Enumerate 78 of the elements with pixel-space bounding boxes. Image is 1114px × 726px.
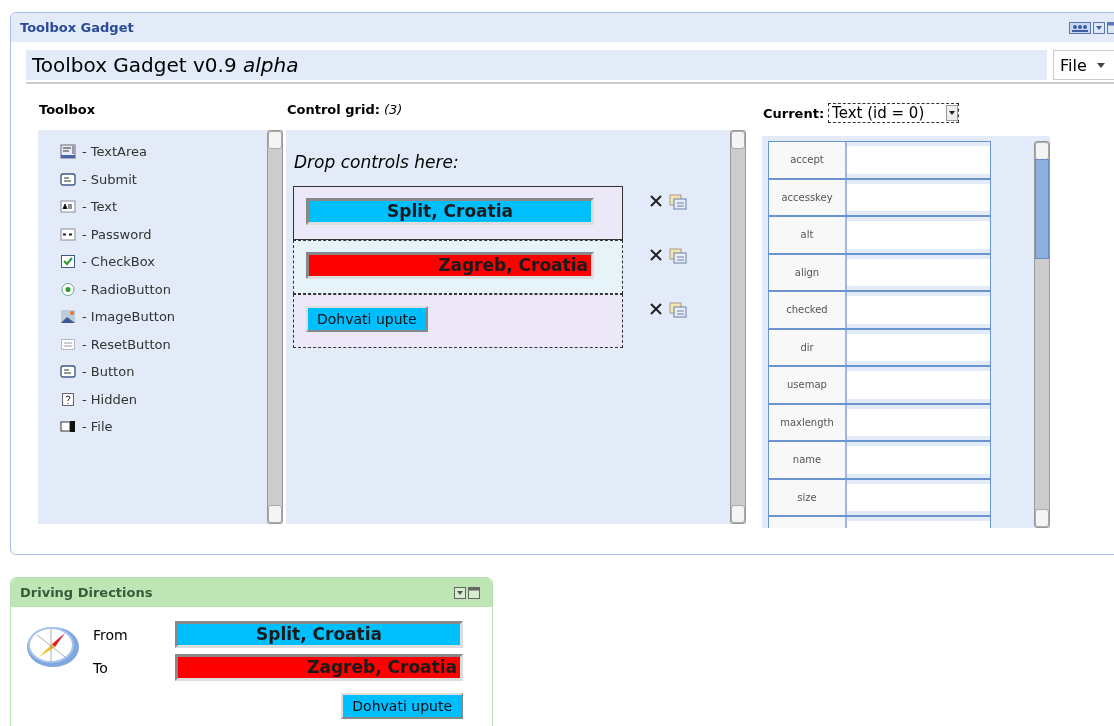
property-value-field[interactable] xyxy=(847,483,991,511)
copy-icon[interactable] xyxy=(669,194,687,210)
maximize-icon[interactable] xyxy=(468,586,480,599)
file-menu[interactable]: File xyxy=(1053,50,1114,80)
scrollbar[interactable] xyxy=(1034,141,1050,528)
toolbox-item[interactable]: - ImageButton xyxy=(60,303,267,331)
property-name: checked xyxy=(769,292,847,328)
copy-icon[interactable] xyxy=(669,248,687,264)
toolbox-item[interactable]: - Text xyxy=(60,193,267,221)
property-name: dir xyxy=(769,329,847,365)
text-field[interactable]: Zagreb, Croatia xyxy=(306,252,594,279)
property-name: align xyxy=(769,254,847,290)
text-field[interactable]: Split, Croatia xyxy=(306,198,594,225)
gadget-title: Toolbox Gadget xyxy=(20,20,134,35)
property-value-field[interactable] xyxy=(847,296,991,324)
directions-button[interactable]: Dohvati upute xyxy=(341,693,463,719)
close-icon[interactable] xyxy=(649,248,663,262)
property-name: usemap xyxy=(769,367,847,403)
directions-button[interactable]: Dohvati upute xyxy=(306,306,428,332)
toolbox-item[interactable]: - TextArea xyxy=(60,138,267,166)
close-icon[interactable] xyxy=(649,302,663,316)
property-value-field[interactable] xyxy=(847,333,991,361)
property-value-field[interactable] xyxy=(847,446,991,474)
toolbox-item[interactable]: - ResetButton xyxy=(60,330,267,358)
property-value-field[interactable] xyxy=(847,258,991,286)
checkbox-icon xyxy=(60,254,76,270)
text-field[interactable]: Split, Croatia xyxy=(175,621,463,648)
maximize-icon[interactable] xyxy=(1107,21,1114,34)
text-field[interactable]: Zagreb, Croatia xyxy=(175,654,463,681)
control-slot[interactable]: Split, Croatia xyxy=(293,186,623,240)
control-icon xyxy=(60,171,76,187)
caret-icon xyxy=(946,105,959,121)
scrollbar[interactable] xyxy=(267,130,283,524)
property-name: alt xyxy=(769,217,847,253)
image-icon xyxy=(60,309,76,325)
control-icon xyxy=(60,199,76,215)
drop-hint: Drop controls here: xyxy=(293,152,460,172)
property-value-field[interactable] xyxy=(847,371,991,399)
property-value-field[interactable] xyxy=(847,146,991,174)
field-label: To xyxy=(93,659,109,676)
property-name: maxlength xyxy=(769,404,847,440)
toolbox-item[interactable]: - Password xyxy=(60,220,267,248)
property-name: accesskey xyxy=(769,179,847,215)
radio-icon xyxy=(60,281,76,297)
control-icon xyxy=(60,144,76,160)
dropdown-icon[interactable] xyxy=(1093,21,1105,34)
control-slot[interactable]: Dohvati upute xyxy=(293,294,623,348)
column-heading: Toolbox xyxy=(38,100,97,119)
scrollbar[interactable] xyxy=(730,130,746,524)
toolbox-item[interactable]: - RadioButton xyxy=(60,275,267,303)
dropdown-icon[interactable] xyxy=(454,586,466,599)
toolbox-item[interactable]: - Button xyxy=(60,358,267,386)
control-icon xyxy=(60,226,76,242)
caret-icon xyxy=(1096,62,1105,68)
app-title: Toolbox Gadget v0.9 alpha xyxy=(26,50,1047,80)
control-icon xyxy=(60,419,76,435)
control-icon xyxy=(60,364,76,380)
copy-icon[interactable] xyxy=(669,302,687,318)
control-select[interactable]: Text (id = 0) xyxy=(828,103,960,123)
field-label: From xyxy=(93,626,129,643)
toolbox-item[interactable]: - Hidden xyxy=(60,385,267,413)
property-name: size xyxy=(769,479,847,515)
property-value-field[interactable] xyxy=(847,183,991,211)
question-icon xyxy=(60,391,76,407)
property-name: name xyxy=(769,442,847,478)
toolbox-item[interactable]: - CheckBox xyxy=(60,248,267,276)
toolbox-item[interactable]: - File xyxy=(60,413,267,441)
toolbox-item[interactable]: - Submit xyxy=(60,165,267,193)
property-value-field[interactable] xyxy=(847,408,991,436)
current-label: Current: xyxy=(763,105,825,121)
control-icon xyxy=(60,336,76,352)
close-icon[interactable] xyxy=(649,194,663,208)
control-slot[interactable]: Zagreb, Croatia xyxy=(293,240,623,294)
column-heading: Control grid: xyxy=(287,101,380,117)
property-value-field[interactable] xyxy=(847,221,991,249)
control-count: (3) xyxy=(383,101,403,117)
gadget-title: Driving Directions xyxy=(20,585,153,600)
property-name: accept xyxy=(769,142,847,178)
